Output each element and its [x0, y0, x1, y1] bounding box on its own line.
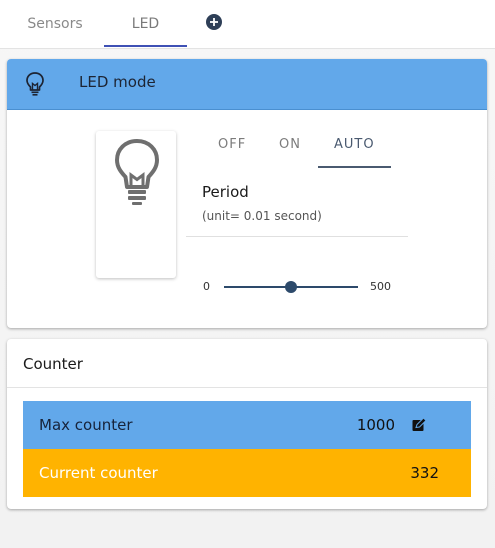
- current-counter-value: 332: [410, 464, 439, 482]
- current-counter-row: Current counter 332: [23, 449, 471, 497]
- edit-icon[interactable]: [411, 417, 427, 433]
- mode-tab-auto[interactable]: AUTO: [334, 137, 375, 152]
- mode-tab-on[interactable]: ON: [279, 137, 301, 152]
- max-counter-label: Max counter: [39, 416, 133, 434]
- tab-active-indicator: [104, 45, 187, 47]
- led-mode-card: LED mode OFF ON AUTO Period (unit= 0.01 …: [7, 59, 487, 328]
- led-mode-title: LED mode: [79, 73, 156, 91]
- counter-divider: [7, 387, 487, 388]
- current-counter-label: Current counter: [39, 464, 158, 482]
- plus-circle-icon[interactable]: [205, 13, 223, 31]
- period-divider: [186, 236, 408, 237]
- period-title: Period: [202, 183, 249, 201]
- mode-tab-off[interactable]: OFF: [218, 137, 246, 152]
- max-counter-value: 1000: [356, 416, 395, 434]
- slider-min-label: 0: [203, 280, 210, 293]
- led-status-tile: [96, 131, 176, 278]
- slider-max-label: 500: [370, 280, 391, 293]
- max-counter-row: Max counter 1000: [23, 401, 471, 449]
- counter-card: Counter Max counter 1000 Current counter…: [7, 339, 487, 509]
- period-slider-thumb[interactable]: [285, 281, 297, 293]
- led-header-divider: [7, 109, 487, 110]
- led-mode-header: LED mode: [7, 59, 487, 109]
- lightbulb-large-icon: [115, 139, 159, 205]
- tab-bar: Sensors LED: [0, 0, 495, 49]
- tab-led[interactable]: LED: [104, 0, 187, 47]
- counter-title: Counter: [23, 355, 83, 373]
- lightbulb-icon: [26, 72, 44, 96]
- mode-active-indicator: [318, 166, 391, 168]
- tab-sensors[interactable]: Sensors: [20, 0, 90, 47]
- period-unit: (unit= 0.01 second): [202, 209, 322, 223]
